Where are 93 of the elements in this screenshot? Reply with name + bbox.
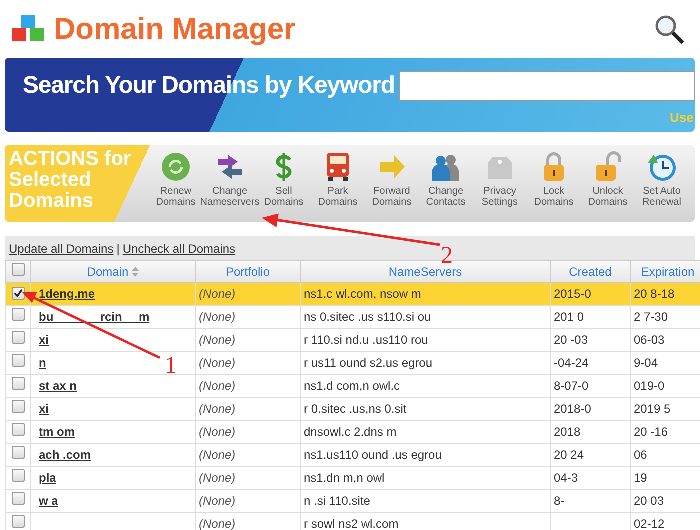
table-cell: 2018-0	[554, 402, 592, 416]
table-row[interactable]: st ax n (None) ns1.d com,n owl.c 8-07-0 019-0	[6, 374, 700, 398]
table-cell: 2 7-30	[634, 310, 668, 324]
table-cell: r us11 ound s2.us egrou	[304, 356, 433, 370]
row-checkbox[interactable]	[12, 446, 24, 459]
sort-icon[interactable]	[132, 266, 139, 276]
table-cell: r 110.si nd.u .us110 rou	[304, 333, 428, 347]
select-all-checkbox[interactable]	[12, 262, 24, 276]
table-cell: 8-	[554, 494, 565, 508]
table-row[interactable]: w a (None) n .si 110.site 8- 20 03	[6, 490, 700, 512]
link-separator: |	[116, 241, 121, 258]
table-row[interactable]: pla (None) ns1.dn m,n owl 04-3 19	[6, 466, 700, 490]
action-button[interactable]: Privacy Settings	[473, 145, 527, 222]
row-checkbox[interactable]	[12, 492, 24, 505]
table-cell: 2018	[554, 425, 581, 439]
annotation-number: 1	[165, 355, 177, 374]
domain-link[interactable]: tm om	[39, 425, 75, 439]
search-icon[interactable]	[654, 14, 686, 46]
table-cell: (None)	[199, 425, 236, 439]
uncheck-all-link[interactable]: Uncheck all Domains	[122, 240, 236, 258]
table-cell: (None)	[199, 494, 236, 508]
table-cell: 2019 5	[634, 402, 671, 416]
row-checkbox[interactable]	[12, 287, 24, 300]
row-checkbox[interactable]	[12, 515, 24, 528]
table-row[interactable]: xi (None) r 110.si nd.u .us110 rou 20 -03 06-03	[6, 328, 700, 352]
table-cell: dnsowl.c 2.dns m	[304, 425, 397, 439]
table-cell: (None)	[199, 448, 236, 462]
table-cell: 19	[634, 471, 648, 485]
table-cell: 20 8-18	[634, 287, 675, 301]
domain-link[interactable]: pla	[39, 471, 56, 485]
action-button[interactable]: Park Domains	[311, 145, 365, 222]
action-button[interactable]: Set Auto Renewal	[635, 145, 689, 222]
table-row[interactable]: n 1 (None) r us11 ound s2.us egrou -04-24 9-04	[6, 352, 700, 374]
update-all-link[interactable]: Update all Domains	[9, 240, 114, 258]
domain-link[interactable]: xi	[39, 333, 50, 347]
table-cell: 8-07-0	[554, 379, 589, 393]
table-cell: 019-0	[634, 379, 665, 393]
domain-link[interactable]: xi	[39, 402, 50, 416]
row-checkbox[interactable]	[12, 423, 24, 436]
row-checkbox[interactable]	[12, 377, 24, 390]
table-cell: ns1.us110 ound .us egrou	[304, 448, 442, 462]
row-checkbox[interactable]	[12, 354, 24, 367]
action-button[interactable]: Change Nameservers	[203, 145, 257, 222]
table-cell: 20 03	[634, 494, 664, 508]
table-cell: 201 0	[554, 310, 584, 324]
table-cell: 9-04	[634, 356, 658, 370]
table-cell: (None)	[199, 402, 236, 416]
table-row[interactable]: xi (None) r 0.sitec .us,ns 0.sit 2018-0 2019 5	[6, 398, 700, 420]
table-cell: 20 -03	[554, 333, 588, 347]
table-cell: -04-24	[554, 356, 589, 370]
table-cell: 02-12	[634, 517, 665, 530]
table-cell: 2015-0	[554, 287, 592, 301]
action-button[interactable]: Lock Domains	[527, 145, 581, 222]
annotation-number: 2	[441, 243, 453, 269]
table-cell: n .si 110.site	[304, 494, 370, 508]
domain-link[interactable]: w a	[39, 494, 58, 508]
table-cell: 06-03	[634, 333, 665, 347]
keyword-search-field[interactable]	[399, 71, 695, 101]
action-button[interactable]: Forward Domains	[365, 145, 419, 222]
actions-title: ACTIONS for Selected Domains	[9, 149, 132, 212]
table-cell: (None)	[199, 333, 236, 347]
domain-link[interactable]: st ax n	[39, 379, 78, 393]
table-row[interactable]: ach .com (None) ns1.us110 ound .us egrou 20 24 06	[6, 444, 700, 466]
table-row[interactable]: bu rcin m (None) ns 0.sitec .us s110.si ou 201 0 2 7-30	[6, 306, 700, 328]
table-cell: ns1.dn m,n owl	[304, 471, 385, 485]
table-cell: (None)	[199, 310, 236, 324]
banner-title: Search Your Domains by Keyword	[23, 71, 396, 101]
table-cell: r 0.sitec .us,ns 0.sit	[304, 402, 407, 416]
action-button[interactable]: Unlock Domains	[581, 145, 635, 222]
table-cell: ns1.d com,n owl.c	[304, 379, 400, 393]
table-cell: (None)	[199, 471, 236, 485]
table-cell: ns1.c wl.com, nsow m	[304, 287, 422, 301]
table-cell: (None)	[199, 356, 236, 370]
action-button[interactable]: Change Contacts	[419, 145, 473, 222]
table-cell: (None)	[199, 379, 236, 393]
row-checkbox[interactable]	[12, 331, 24, 344]
row-checkbox[interactable]	[12, 308, 24, 321]
table-cell: (None)	[199, 287, 236, 301]
app-title: Domain Manager	[54, 12, 296, 48]
table-cell: 06	[634, 448, 648, 462]
hint-text: Use	[670, 109, 694, 127]
domain-link[interactable]: ach .com	[39, 448, 92, 462]
table-row[interactable]: tm om (None) dnsowl.c 2.dns m 2018 20 -16	[6, 420, 700, 444]
table-cell: 20 -16	[634, 425, 668, 439]
table-cell: r sowl ns2 wl.com	[304, 517, 399, 530]
table-row[interactable]: 1deng.me (None) ns1.c wl.com, nsow m 2015-0 20 8-18	[6, 282, 700, 306]
recycle-icon	[160, 151, 192, 183]
table-cell: 04-3	[554, 471, 578, 485]
row-checkbox[interactable]	[12, 469, 24, 482]
table-cell: ns 0.sitec .us s110.si ou	[304, 310, 432, 324]
domain-link[interactable]: n	[39, 356, 46, 370]
table-cell: 20 24	[554, 448, 584, 462]
row-checkbox[interactable]	[12, 400, 24, 413]
